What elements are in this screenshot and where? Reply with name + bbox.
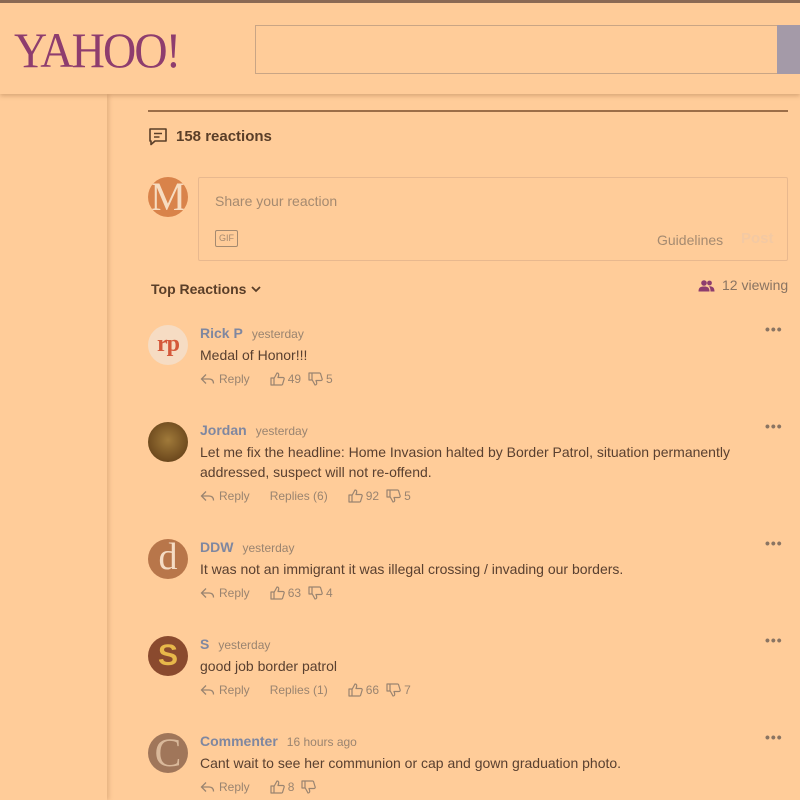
avatar-initials: rp bbox=[157, 331, 180, 357]
reply-label: Reply bbox=[219, 780, 250, 794]
reply-button[interactable]: Reply bbox=[200, 489, 250, 503]
comment-text: Let me fix the headline: Home Invasion h… bbox=[200, 444, 730, 480]
downvote-count: 7 bbox=[404, 683, 411, 697]
commenter-avatar: C bbox=[148, 733, 188, 773]
comment-text: good job border patrol bbox=[200, 658, 337, 674]
reply-label: Reply bbox=[219, 372, 250, 386]
commenter-name[interactable]: S bbox=[200, 636, 209, 652]
site-header: YAHOO! bbox=[0, 3, 800, 94]
thumbs-up-icon bbox=[270, 372, 285, 386]
reply-button[interactable]: Reply bbox=[200, 372, 250, 386]
viewing-indicator: 12 viewing bbox=[698, 277, 788, 293]
thumbs-down-icon bbox=[386, 683, 401, 697]
sort-dropdown[interactable]: Top Reactions bbox=[151, 281, 262, 297]
thumbs-up-icon bbox=[348, 683, 363, 697]
downvote-button[interactable]: 4 bbox=[308, 586, 333, 600]
avatar-initials: C bbox=[154, 733, 182, 773]
reply-arrow-icon bbox=[200, 490, 215, 502]
comment-text: Medal of Honor!!! bbox=[200, 347, 308, 363]
upvote-count: 66 bbox=[365, 683, 380, 697]
comment-time: yesterday bbox=[255, 424, 308, 438]
comment-time: 16 hours ago bbox=[286, 735, 357, 749]
reply-button[interactable]: Reply bbox=[200, 586, 250, 600]
reply-arrow-icon bbox=[200, 373, 215, 385]
people-icon bbox=[698, 279, 715, 292]
gif-button[interactable]: GIF bbox=[215, 230, 238, 247]
sort-label: Top Reactions bbox=[151, 281, 247, 297]
upvote-button[interactable]: 8 bbox=[270, 780, 295, 794]
reply-arrow-icon bbox=[200, 587, 215, 599]
upvote-count: 92 bbox=[365, 489, 380, 503]
thumbs-down-icon bbox=[386, 489, 401, 503]
chat-bubble-icon bbox=[148, 127, 168, 146]
reply-arrow-icon bbox=[200, 684, 215, 696]
upvote-count: 63 bbox=[287, 586, 302, 600]
upvote-button[interactable]: 63 bbox=[270, 586, 301, 600]
yahoo-logo[interactable]: YAHOO! bbox=[14, 21, 181, 79]
thumbs-up-icon bbox=[270, 586, 285, 600]
avatar-initials: S bbox=[157, 639, 178, 672]
upvote-button[interactable]: 49 bbox=[270, 372, 301, 386]
upvote-button[interactable]: 92 bbox=[348, 489, 379, 503]
commenter-name[interactable]: Commenter bbox=[200, 733, 278, 749]
reply-label: Reply bbox=[219, 489, 250, 503]
commenter-avatar: d bbox=[148, 539, 188, 579]
more-options-button[interactable]: ••• bbox=[765, 321, 783, 337]
commenter-avatar: rp bbox=[148, 325, 188, 365]
commenter-name[interactable]: Rick P bbox=[200, 325, 243, 341]
upvote-count: 8 bbox=[287, 780, 295, 794]
commenter-avatar: S bbox=[148, 636, 188, 676]
reaction-input[interactable]: Share your reaction bbox=[215, 193, 337, 209]
post-button[interactable]: Post bbox=[741, 230, 774, 247]
replies-toggle[interactable]: Replies (1) bbox=[270, 683, 328, 697]
avatar-initials: d bbox=[158, 539, 178, 578]
search-button[interactable] bbox=[777, 25, 800, 74]
thumbs-up-icon bbox=[348, 489, 363, 503]
comment-time: yesterday bbox=[242, 541, 295, 555]
reply-button[interactable]: Reply bbox=[200, 683, 250, 697]
downvote-count: 4 bbox=[326, 586, 333, 600]
upvote-count: 49 bbox=[287, 372, 302, 386]
downvote-button[interactable]: 5 bbox=[386, 489, 411, 503]
thumbs-down-icon bbox=[301, 780, 317, 794]
user-avatar: M bbox=[148, 177, 188, 217]
search-input[interactable] bbox=[255, 25, 785, 74]
more-options-button[interactable]: ••• bbox=[765, 729, 783, 745]
comment-text: It was not an immigrant it was illegal c… bbox=[200, 561, 624, 577]
more-options-button[interactable]: ••• bbox=[765, 632, 783, 648]
commenter-name[interactable]: Jordan bbox=[200, 422, 247, 438]
downvote-count: 5 bbox=[326, 372, 333, 386]
reaction-composer[interactable]: Share your reaction GIF Guidelines Post bbox=[198, 177, 788, 261]
reply-arrow-icon bbox=[200, 781, 215, 793]
commenter-avatar bbox=[148, 422, 188, 462]
downvote-button[interactable] bbox=[301, 780, 319, 794]
commenter-name[interactable]: DDW bbox=[200, 539, 233, 555]
guidelines-link[interactable]: Guidelines bbox=[657, 232, 723, 248]
left-rail bbox=[0, 94, 107, 800]
replies-toggle[interactable]: Replies (6) bbox=[270, 489, 328, 503]
thumbs-down-icon bbox=[308, 372, 323, 386]
upvote-button[interactable]: 66 bbox=[348, 683, 379, 697]
comment-text: Cant wait to see her communion or cap an… bbox=[200, 755, 622, 771]
chevron-down-icon bbox=[250, 283, 262, 295]
thumbs-down-icon bbox=[308, 586, 323, 600]
reply-button[interactable]: Reply bbox=[200, 780, 250, 794]
reactions-header: 158 reactions bbox=[148, 127, 272, 146]
reactions-count: 158 reactions bbox=[176, 128, 272, 145]
viewing-count: 12 viewing bbox=[722, 277, 789, 293]
downvote-button[interactable]: 5 bbox=[308, 372, 333, 386]
downvote-button[interactable]: 7 bbox=[386, 683, 411, 697]
more-options-button[interactable]: ••• bbox=[765, 418, 783, 434]
reply-label: Reply bbox=[219, 586, 250, 600]
comment-time: yesterday bbox=[218, 638, 271, 652]
comment-time: yesterday bbox=[251, 327, 304, 341]
section-divider bbox=[148, 110, 788, 112]
more-options-button[interactable]: ••• bbox=[765, 535, 783, 551]
thumbs-up-icon bbox=[270, 780, 285, 794]
downvote-count: 5 bbox=[404, 489, 411, 503]
reply-label: Reply bbox=[219, 683, 250, 697]
